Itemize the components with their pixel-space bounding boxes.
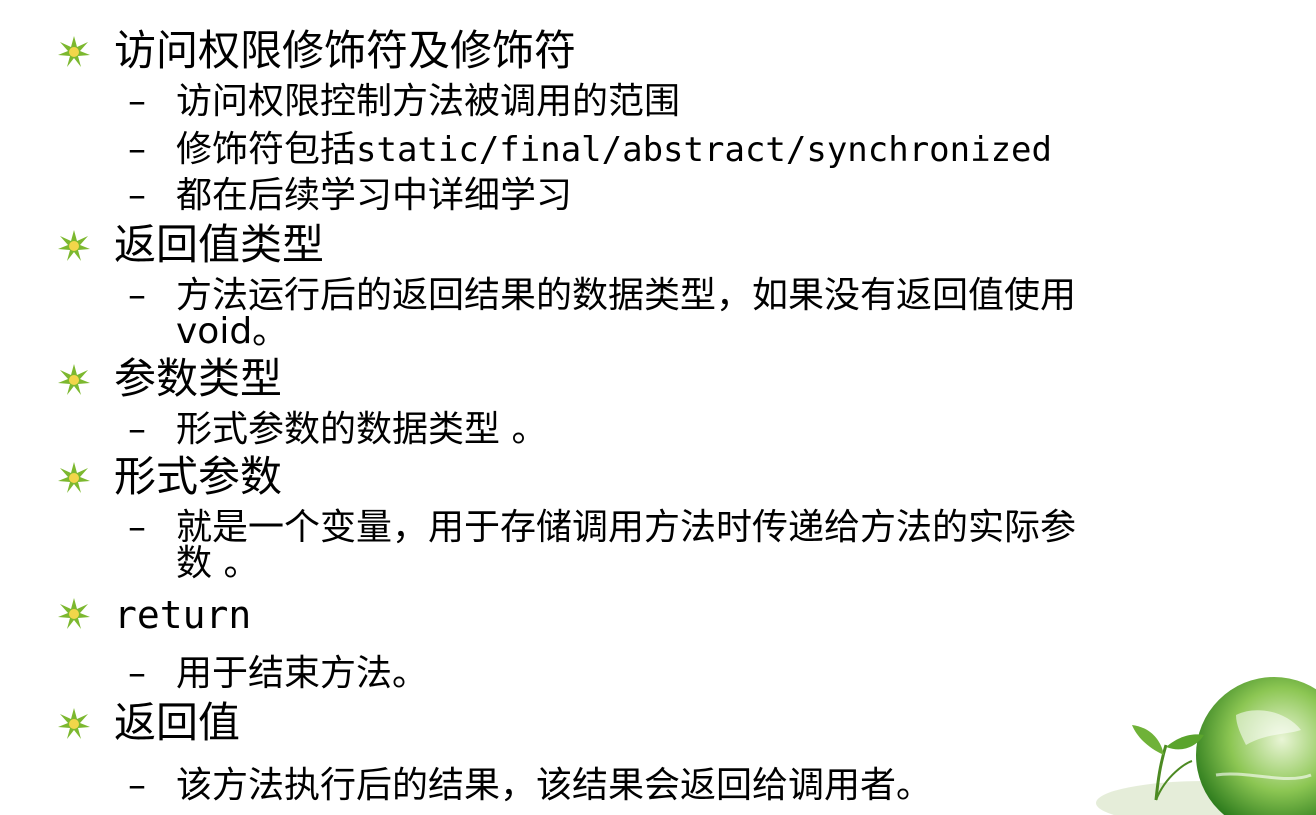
sub-item: 访问权限控制方法被调用的范围 [176, 84, 680, 120]
sub-item-text: void。 [176, 311, 289, 352]
starburst-bullet-icon [58, 598, 90, 629]
item-title: 返回值类型 [114, 220, 325, 269]
top-swoosh-decoration [40, 0, 150, 10]
item-title: 返回值 [114, 698, 241, 747]
starburst-bullet-icon [58, 230, 90, 261]
sub-item-code: static/final/abstract/synchronized [356, 130, 1052, 170]
starburst-bullet-icon [58, 462, 90, 493]
starburst-bullet-icon [58, 708, 90, 739]
sub-item: 修饰符包括static/final/abstract/synchronized [176, 129, 1052, 170]
sub-item: 就是一个变量，用于存储调用方法时传递给方法的实际参 [176, 510, 1076, 546]
dash-marker: – [128, 175, 146, 216]
dash-marker: – [128, 507, 146, 548]
sub-item: 该方法执行后的结果，该结果会返回给调用者。 [176, 768, 932, 804]
dash-marker: – [128, 81, 146, 122]
sub-item-continued: void。 [176, 314, 288, 350]
starburst-bullet-icon [58, 364, 90, 395]
sub-item-text: 修饰符包括 [176, 129, 357, 170]
sub-item-text: 就是一个变量，用于存储调用方法时传递给方法的实际参 [176, 507, 1077, 548]
sub-item-text: 访问权限控制方法被调用的范围 [176, 81, 681, 122]
sub-item: 方法运行后的返回结果的数据类型，如果没有返回值使用 [176, 278, 1076, 314]
sub-item-continued: 数 。 [176, 546, 259, 582]
dash-marker: – [128, 653, 146, 694]
sub-item-text: 该方法执行后的结果，该结果会返回给调用者。 [176, 765, 933, 806]
sub-item-text: 用于结束方法。 [176, 653, 429, 694]
dash-marker: – [128, 409, 146, 450]
slide: 访问权限修饰符及修饰符 – 访问权限控制方法被调用的范围 – 修饰符包括stat… [0, 0, 1316, 815]
sub-item-text: 数 。 [176, 543, 260, 584]
dash-marker: – [128, 275, 146, 316]
sub-item: 形式参数的数据类型 。 [176, 412, 547, 448]
item-title: 访问权限修饰符及修饰符 [114, 26, 577, 75]
sub-item-text: 方法运行后的返回结果的数据类型，如果没有返回值使用 [176, 275, 1077, 316]
item-title: 形式参数 [114, 452, 283, 501]
globe-plant-decoration [1096, 677, 1316, 815]
dash-marker: – [128, 129, 146, 170]
sub-item: 用于结束方法。 [176, 656, 428, 692]
sub-item-text: 形式参数的数据类型 。 [176, 409, 548, 450]
item-title: 参数类型 [114, 354, 283, 403]
sub-item: 都在后续学习中详细学习 [176, 178, 572, 214]
dash-marker: – [128, 765, 146, 806]
starburst-bullet-icon [58, 36, 90, 67]
item-title: return [114, 593, 252, 637]
sub-item-text: 都在后续学习中详细学习 [176, 175, 573, 216]
